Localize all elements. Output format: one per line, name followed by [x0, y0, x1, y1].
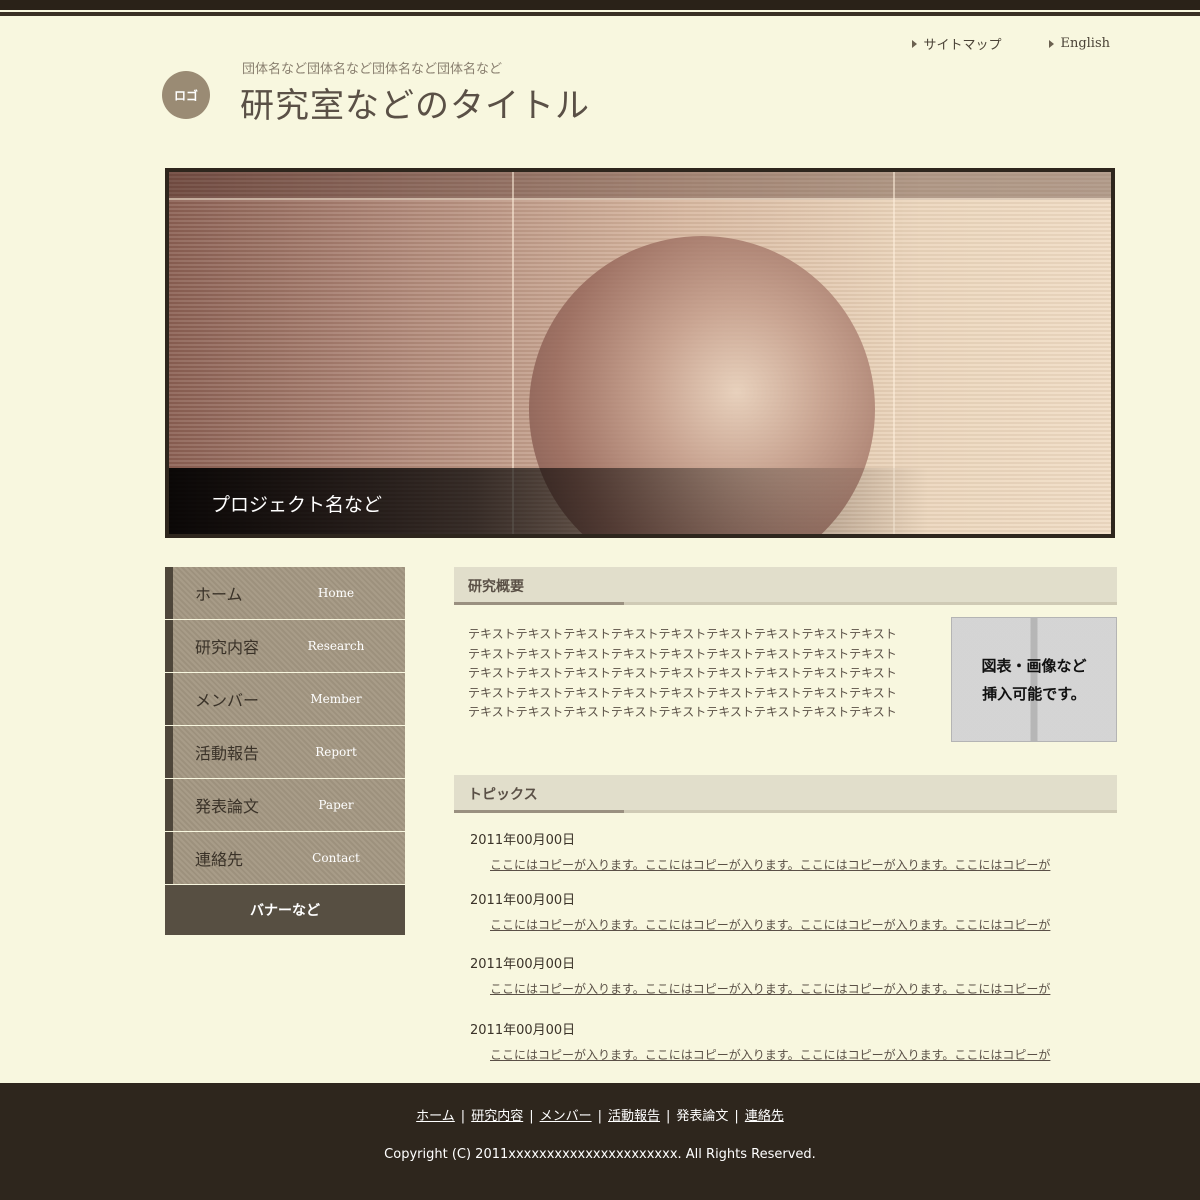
figure-caption: 図表・画像など 挿入可能です。 — [952, 652, 1116, 708]
topic-link[interactable]: ここにはコピーが入ります。ここにはコピーが入ります。ここにはコピーが入ります。こ… — [490, 856, 1050, 873]
english-label: English — [1060, 36, 1110, 51]
footer-link-report[interactable]: 活動報告 — [608, 1109, 660, 1124]
top-border — [0, 0, 1200, 16]
topic-date: 2011年00月00日 — [470, 1023, 576, 1038]
section-title: トピックス — [468, 787, 538, 803]
sidebar-item-paper[interactable]: 発表論文 Paper — [165, 779, 405, 831]
footer-separator: | — [529, 1109, 534, 1124]
footer-link-research[interactable]: 研究内容 — [471, 1109, 523, 1124]
figure-caption-line: 図表・画像など — [981, 657, 1087, 675]
topic-link[interactable]: ここにはコピーが入ります。ここにはコピーが入ります。ここにはコピーが入ります。こ… — [490, 980, 1050, 997]
banner-button[interactable]: バナーなど — [165, 885, 405, 935]
sitemap-label: サイトマップ — [923, 38, 1002, 53]
footer-separator: | — [734, 1109, 739, 1124]
topic-link[interactable]: ここにはコピーが入ります。ここにはコピーが入ります。ここにはコピーが入ります。こ… — [490, 1046, 1050, 1063]
sidebar-item-research[interactable]: 研究内容 Research — [165, 620, 405, 672]
text-line: テキストテキストテキストテキストテキストテキストテキストテキストテキスト — [468, 646, 897, 661]
figure-placeholder: 図表・画像など 挿入可能です。 — [951, 617, 1117, 742]
site-title: 研究室などのタイトル — [240, 86, 590, 126]
hero-caption-bar: プロジェクト名など — [169, 468, 929, 534]
topics-header: トピックス — [454, 775, 1117, 813]
topic-date: 2011年00月00日 — [470, 957, 576, 972]
sidebar-item-report[interactable]: 活動報告 Report — [165, 726, 405, 778]
topic-link[interactable]: ここにはコピーが入ります。ここにはコピーが入ります。ここにはコピーが入ります。こ… — [490, 916, 1050, 933]
footer-separator: | — [666, 1109, 671, 1124]
text-line: テキストテキストテキストテキストテキストテキストテキストテキストテキスト — [468, 627, 897, 641]
footer: ホーム | 研究内容 | メンバー | 活動報告 | 発表論文 | 連絡先 Copyright (C… — [0, 1083, 1200, 1200]
sidebar-item-sublabel: Contact — [312, 851, 360, 865]
logo[interactable]: ロゴ — [162, 71, 210, 119]
text-line: テキストテキストテキストテキストテキストテキストテキストテキストテキスト — [468, 666, 897, 680]
footer-link-paper[interactable]: 発表論文 — [676, 1109, 728, 1124]
sidebar-item-label: 活動報告 — [195, 744, 260, 763]
text-line: テキストテキストテキストテキストテキストテキストテキストテキストテキスト — [468, 685, 897, 700]
sidebar-item-sublabel: Report — [315, 745, 357, 759]
footer-separator: | — [460, 1109, 466, 1124]
footer-separator: | — [597, 1109, 602, 1124]
sidebar-item-label: メンバー — [195, 691, 260, 710]
sidebar-item-sublabel: Paper — [318, 798, 354, 812]
sidebar-item-label: 発表論文 — [195, 797, 260, 816]
sidebar-item-label: 研究内容 — [195, 638, 260, 657]
utility-nav: サイトマップ English — [912, 34, 1110, 53]
sidebar-item-sublabel: Home — [317, 586, 355, 600]
sidebar-item-sublabel: Research — [307, 639, 365, 653]
text-line: テキストテキストテキストテキストテキストテキストテキストテキストテキスト — [468, 705, 897, 719]
overview-text: テキストテキストテキストテキストテキストテキストテキストテキストテキスト テキス… — [468, 625, 908, 723]
sidebar-item-home[interactable]: ホーム Home — [165, 567, 405, 619]
topic-date: 2011年00月00日 — [470, 833, 576, 848]
footer-nav: ホーム | 研究内容 | メンバー | 活動報告 | 発表論文 | 連絡先 — [0, 1105, 1200, 1124]
overview-header: 研究概要 — [454, 567, 1117, 605]
footer-link-home[interactable]: ホーム — [416, 1109, 455, 1124]
sidebar-item-contact[interactable]: 連絡先 Contact — [165, 832, 405, 884]
footer-link-contact[interactable]: 連絡先 — [745, 1109, 784, 1124]
sitemap-link[interactable]: サイトマップ — [912, 34, 1001, 53]
arrow-right-icon — [1049, 39, 1055, 48]
hero-image: プロジェクト名など — [165, 168, 1115, 538]
sidebar-item-member[interactable]: メンバー Member — [165, 673, 405, 725]
sidebar-item-sublabel: Member — [310, 692, 362, 706]
org-name: 団体名など団体名など団体名など団体名など — [242, 62, 503, 77]
project-name: プロジェクト名など — [211, 494, 383, 516]
sidebar-nav: ホーム Home 研究内容 Research メンバー Member 活動報告 … — [165, 567, 405, 935]
sidebar-item-label: 連絡先 — [195, 850, 244, 869]
arrow-right-icon — [912, 39, 918, 48]
copyright: Copyright (C) 2011xxxxxxxxxxxxxxxxxxxxxx… — [384, 1147, 816, 1162]
sidebar-item-label: ホーム — [195, 585, 243, 604]
topic-date: 2011年00月00日 — [470, 893, 576, 908]
footer-link-member[interactable]: メンバー — [540, 1109, 592, 1124]
hero-top-band — [169, 172, 1111, 200]
english-link[interactable]: English — [1049, 34, 1110, 53]
section-title: 研究概要 — [468, 579, 524, 595]
figure-caption-line: 挿入可能です。 — [982, 685, 1086, 703]
